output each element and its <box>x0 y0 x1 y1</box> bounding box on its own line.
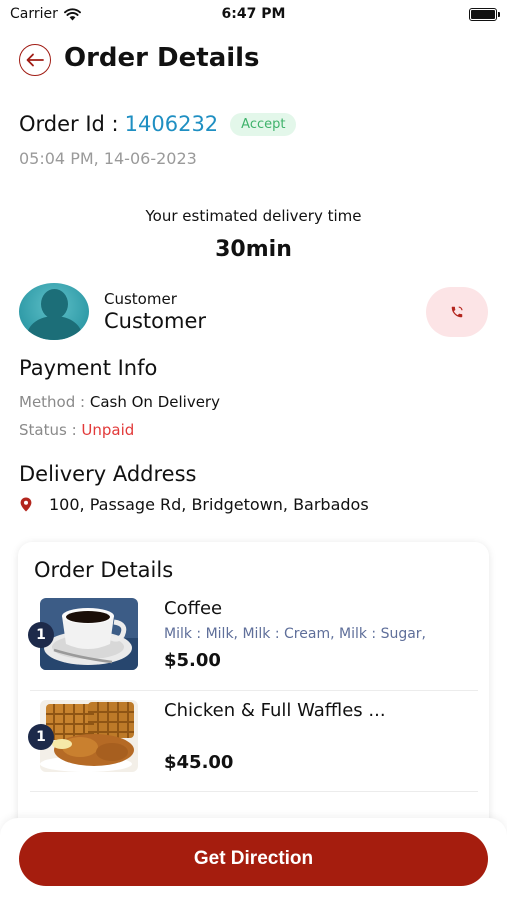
delivery-address-row: 100, Passage Rd, Bridgetown, Barbados <box>20 495 369 514</box>
order-item-coffee[interactable]: 1 Coffee Milk : Milk, Milk : Cream, Milk… <box>18 588 489 688</box>
payment-status-row: Status : Unpaid <box>19 421 134 439</box>
payment-method-label: Method : <box>19 393 86 411</box>
bottom-action-bar: Get Direction <box>0 818 507 900</box>
status-bar: Carrier 6:47 PM <box>0 0 507 28</box>
payment-status-label: Status : <box>19 421 77 439</box>
delivery-estimate-value: 30min <box>215 237 292 262</box>
back-button[interactable] <box>19 44 51 76</box>
payment-method-value: Cash On Delivery <box>89 393 220 411</box>
order-id-row: Order Id : 1406232 Accept <box>19 112 297 136</box>
payment-method-row: Method : Cash On Delivery <box>19 393 220 411</box>
order-item-chicken-waffles[interactable]: 1 Chicken & Full Waffles ... $45.00 <box>18 690 489 790</box>
delivery-address-text: 100, Passage Rd, Bridgetown, Barbados <box>49 495 369 514</box>
item-divider <box>30 791 478 792</box>
get-direction-button[interactable]: Get Direction <box>19 832 488 886</box>
item-price: $45.00 <box>164 752 234 773</box>
order-status-badge: Accept <box>230 112 297 136</box>
customer-role: Customer <box>104 290 177 308</box>
clock: 6:47 PM <box>221 6 286 22</box>
customer-avatar <box>19 283 89 340</box>
order-id-label: Order Id : <box>19 112 119 136</box>
payment-status-value: Unpaid <box>81 421 135 439</box>
quantity-badge: 1 <box>28 622 54 648</box>
chicken-waffles-image <box>40 700 138 772</box>
customer-name: Customer <box>104 309 207 333</box>
quantity-badge: 1 <box>28 724 54 750</box>
item-name: Chicken & Full Waffles ... <box>164 700 386 721</box>
delivery-estimate-label: Your estimated delivery time <box>145 207 362 225</box>
item-name: Coffee <box>164 598 223 619</box>
payment-info-title: Payment Info <box>19 356 158 380</box>
phone-icon <box>451 306 463 318</box>
delivery-address-title: Delivery Address <box>19 462 197 486</box>
location-pin-icon <box>20 497 32 512</box>
arrow-left-icon <box>26 53 44 67</box>
order-datetime: 05:04 PM, 14-06-2023 <box>19 149 197 168</box>
order-id-value: 1406232 <box>124 112 219 136</box>
item-addons: Milk : Milk, Milk : Cream, Milk : Sugar, <box>164 626 427 642</box>
call-customer-button[interactable] <box>426 287 488 337</box>
page-title: Order Details <box>64 43 260 73</box>
item-price: $5.00 <box>164 650 221 671</box>
order-items-title: Order Details <box>34 558 174 582</box>
battery-icon <box>469 8 500 21</box>
coffee-image <box>40 598 138 670</box>
